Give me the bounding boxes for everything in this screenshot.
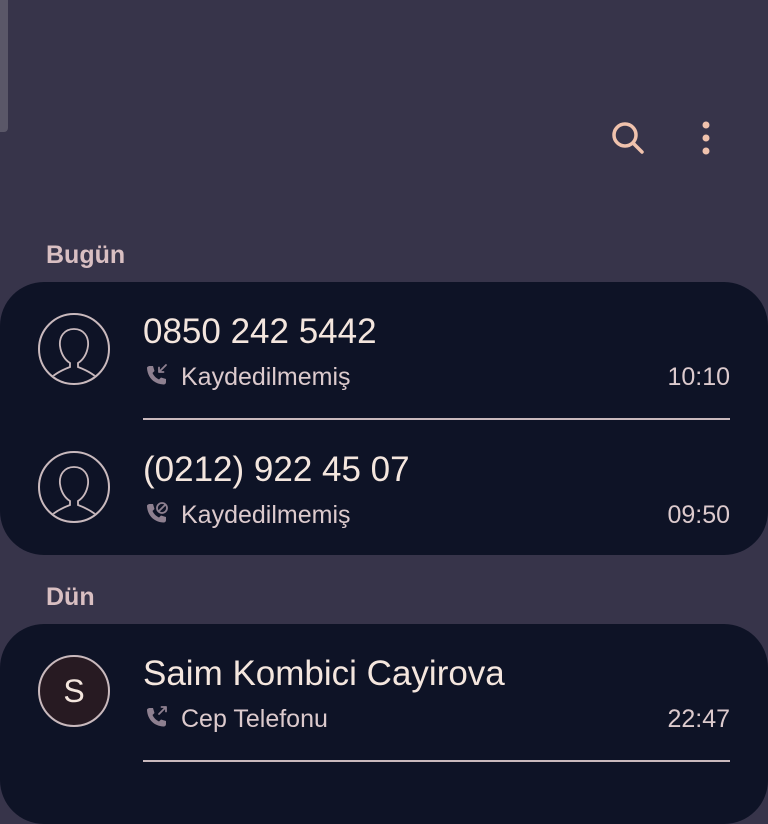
avatar[interactable] [38,451,110,523]
call-subline: Kaydedilmemiş [143,362,351,392]
top-toolbar [606,112,728,164]
call-name: Saim Kombici Cayirova [143,654,505,693]
section-header-yesterday: Dün [46,583,95,611]
person-silhouette-icon [45,328,103,383]
call-name: 0850 242 5442 [143,312,377,351]
outgoing-call-icon [143,704,169,735]
call-time: 10:10 [667,363,730,391]
call-log-row[interactable]: 0850 242 5442 Kaydedilmemiş 10:10 [0,282,768,420]
missed-call-icon [143,362,169,393]
call-subline: Cep Telefonu [143,704,328,734]
call-log-row[interactable]: (0212) 922 45 07 Kaydedilmemiş 09:50 [0,420,768,558]
person-silhouette-icon [45,466,103,521]
section-header-today: Bugün [46,241,126,269]
call-log-card-yesterday: S Saim Kombici Cayirova Cep Telefonu 22:… [0,624,768,824]
more-vertical-icon[interactable] [684,112,728,164]
call-type-label: Kaydedilmemiş [181,362,351,391]
call-type-label: Kaydedilmemiş [181,500,351,529]
call-log-row[interactable]: S Saim Kombici Cayirova Cep Telefonu 22:… [0,624,768,762]
avatar-letter: S [63,672,85,709]
call-subline: Kaydedilmemiş [143,500,351,530]
search-icon[interactable] [606,112,650,164]
avatar[interactable]: S [38,655,110,727]
row-divider [143,760,730,762]
call-time: 22:47 [667,705,730,733]
edge-panel-handle[interactable] [0,0,8,132]
call-time: 09:50 [667,501,730,529]
rejected-call-icon [143,500,169,531]
call-type-label: Cep Telefonu [181,704,328,733]
call-name: (0212) 922 45 07 [143,450,410,489]
avatar[interactable] [38,313,110,385]
call-log-card-today: 0850 242 5442 Kaydedilmemiş 10:10 (0212)… [0,282,768,555]
